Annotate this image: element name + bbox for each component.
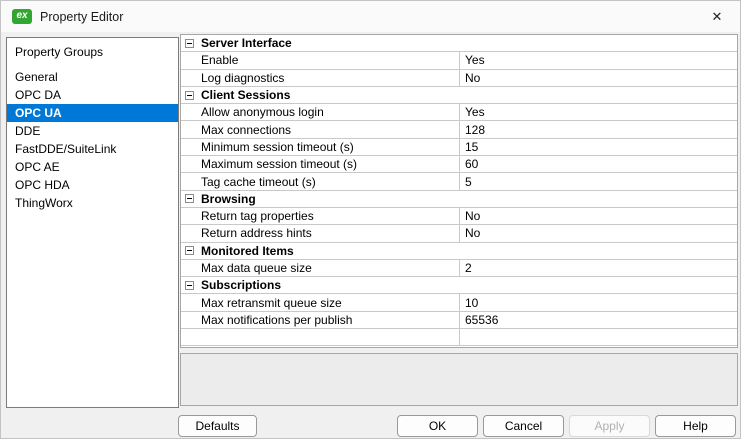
property-editor-dialog: ex Property Editor ✕ Property Groups Gen… [0, 0, 741, 439]
property-label: Return address hints [201, 226, 312, 241]
collapse-minus-icon[interactable] [185, 90, 194, 100]
sidebar-item-opc-da[interactable]: OPC DA [7, 86, 178, 104]
sidebar-list: General OPC DA OPC UA DDE FastDDE/SuiteLink O… [7, 68, 178, 212]
property-row-max-data-queue-size[interactable]: Max data queue size 2 [181, 259, 737, 278]
collapse-minus-icon[interactable] [185, 194, 194, 204]
sidebar-item-fastdde-suitelink[interactable]: FastDDE/SuiteLink [7, 140, 178, 158]
property-row-maximum-session-timeout-s-[interactable]: Maximum session timeout (s) 60 [181, 156, 737, 174]
property-value[interactable]: 65536 [459, 311, 737, 329]
dialog-button-row: OK Cancel Apply Help [397, 415, 736, 437]
property-value[interactable]: No [459, 225, 737, 242]
group-label: Monitored Items [201, 243, 294, 258]
property-grid: Server Interface Enable Yes Log diagnostics… [180, 34, 738, 348]
group-label: Client Sessions [201, 88, 291, 103]
group-label: Server Interface [201, 36, 292, 51]
sidebar-item-thingworx[interactable]: ThingWorx [7, 194, 178, 212]
sidebar-item-general[interactable]: General [7, 68, 178, 86]
collapse-minus-icon[interactable] [185, 280, 194, 290]
property-value[interactable]: Yes [459, 52, 737, 69]
property-label: Maximum session timeout (s) [201, 157, 358, 172]
property-row-return-address-hints[interactable]: Return address hints No [181, 225, 737, 243]
property-row-max-notifications-per-publish[interactable]: Max notifications per publish 65536 [181, 311, 737, 330]
property-label: Minimum session timeout (s) [201, 139, 354, 154]
property-value[interactable]: No [459, 207, 737, 225]
property-value[interactable]: 60 [459, 156, 737, 173]
group-label: Browsing [201, 191, 256, 206]
property-label: Tag cache timeout (s) [201, 174, 316, 189]
group-label: Subscriptions [201, 278, 282, 293]
group-row-browsing[interactable]: Browsing [181, 191, 737, 208]
property-label: Enable [201, 53, 239, 68]
group-row-subscriptions[interactable]: Subscriptions [181, 277, 737, 295]
property-row[interactable] [181, 329, 737, 347]
property-value[interactable]: 2 [459, 259, 737, 277]
property-value[interactable]: 128 [459, 121, 737, 138]
sidebar-item-opc-ua[interactable]: OPC UA [7, 104, 178, 122]
property-label: Return tag properties [201, 209, 314, 224]
help-button[interactable]: Help [655, 415, 736, 437]
group-row-server-interface[interactable]: Server Interface [181, 35, 737, 53]
property-value[interactable] [459, 329, 737, 346]
defaults-button[interactable]: Defaults [178, 415, 257, 437]
property-row-max-retransmit-queue-size[interactable]: Max retransmit queue size 10 [181, 294, 737, 312]
sidebar-item-opc-hda[interactable]: OPC HDA [7, 176, 178, 194]
title-bar: ex Property Editor ✕ [1, 1, 740, 32]
property-groups-listbox: Property Groups General OPC DA OPC UA DDE Fa… [6, 37, 179, 408]
property-row-tag-cache-timeout-s-[interactable]: Tag cache timeout (s) 5 [181, 173, 737, 191]
collapse-minus-icon[interactable] [185, 246, 194, 256]
property-row-allow-anonymous-login[interactable]: Allow anonymous login Yes [181, 104, 737, 122]
app-icon: ex [12, 9, 32, 24]
window-title: Property Editor [40, 9, 124, 24]
property-label: Max data queue size [201, 261, 312, 275]
property-value[interactable]: Yes [459, 104, 737, 121]
property-value[interactable]: 5 [459, 173, 737, 190]
property-row-max-connections[interactable]: Max connections 128 [181, 121, 737, 139]
apply-button[interactable]: Apply [569, 415, 650, 437]
grid-empty-area [181, 346, 737, 347]
cancel-button[interactable]: Cancel [483, 415, 564, 437]
property-description-panel [180, 353, 738, 406]
property-label [181, 329, 459, 345]
sidebar-item-dde[interactable]: DDE [7, 122, 178, 140]
property-row-minimum-session-timeout-s-[interactable]: Minimum session timeout (s) 15 [181, 138, 737, 157]
property-row-return-tag-properties[interactable]: Return tag properties No [181, 207, 737, 226]
collapse-minus-icon[interactable] [185, 38, 194, 48]
property-value[interactable]: No [459, 69, 737, 86]
ok-button[interactable]: OK [397, 415, 478, 437]
sidebar-item-opc-ae[interactable]: OPC AE [7, 158, 178, 176]
property-label: Allow anonymous login [201, 105, 324, 120]
property-label: Max retransmit queue size [201, 295, 342, 310]
group-row-client-sessions[interactable]: Client Sessions [181, 87, 737, 105]
close-icon[interactable]: ✕ [694, 1, 740, 32]
property-row-enable[interactable]: Enable Yes [181, 52, 737, 70]
property-label: Max connections [201, 122, 292, 137]
property-row-log-diagnostics[interactable]: Log diagnostics No [181, 69, 737, 87]
property-value[interactable]: 15 [459, 138, 737, 156]
group-row-monitored-items[interactable]: Monitored Items [181, 243, 737, 260]
property-groups-header: Property Groups [15, 45, 104, 59]
property-value[interactable]: 10 [459, 294, 737, 311]
property-label: Log diagnostics [201, 70, 285, 85]
property-label: Max notifications per publish [201, 312, 353, 327]
